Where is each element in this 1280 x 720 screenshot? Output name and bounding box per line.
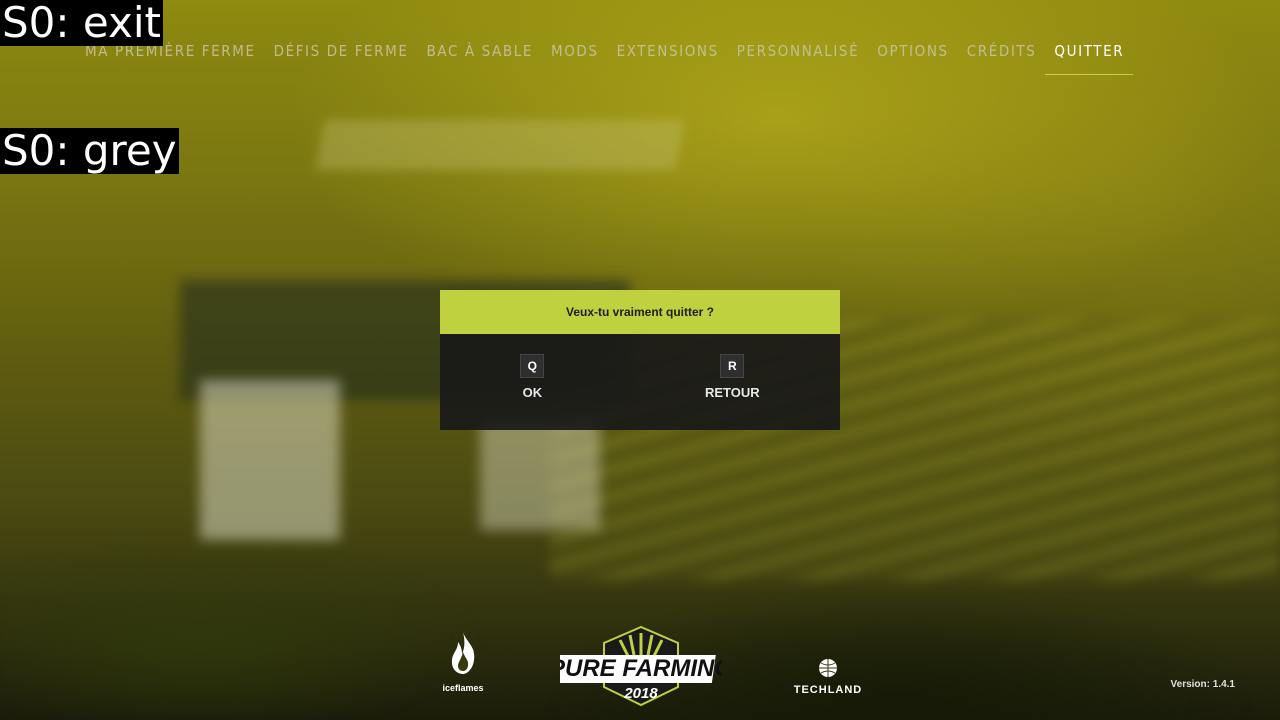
pure-farming-logo: PURE FARMING 2018	[549, 625, 733, 707]
nav-item-quitter[interactable]: QUITTER	[1045, 38, 1134, 75]
back-button[interactable]: R RETOUR	[705, 354, 760, 400]
techland-logo-text: TECHLAND	[793, 684, 863, 696]
iceflames-logo: iceflames	[438, 630, 488, 694]
version-label: Version: 1.4.1	[1170, 679, 1235, 690]
nav-item-mods[interactable]: MODS	[542, 38, 608, 74]
globe-icon	[819, 659, 837, 677]
dialog-title: Veux-tu vraiment quitter ?	[440, 290, 840, 334]
background-tank	[200, 380, 340, 540]
key-r-icon: R	[720, 354, 745, 378]
pure-farming-title: PURE FARMING	[560, 655, 722, 682]
nav-item-defis-de-ferme[interactable]: DÉFIS DE FERME	[265, 38, 418, 74]
background-canopy	[315, 120, 685, 170]
debug-label-exit: S0: exit	[0, 0, 163, 47]
ok-button-label: OK	[522, 385, 543, 400]
flame-icon	[451, 632, 475, 674]
techland-logo: TECHLAND	[782, 658, 874, 698]
quit-confirm-dialog: Veux-tu vraiment quitter ? Q OK R RETOUR	[440, 290, 840, 430]
dialog-body: Q OK R RETOUR	[440, 334, 840, 430]
nav-item-extensions[interactable]: EXTENSIONS	[608, 38, 728, 74]
debug-label-grey: S0: grey	[0, 126, 179, 175]
nav-item-options[interactable]: OPTIONS	[868, 38, 957, 74]
nav-item-personnalise[interactable]: PERSONNALISÉ	[728, 38, 868, 74]
back-button-label: RETOUR	[705, 385, 760, 400]
pure-farming-year: 2018	[623, 685, 658, 702]
ok-button[interactable]: Q OK	[520, 354, 545, 400]
nav-item-bac-a-sable[interactable]: BAC À SABLE	[418, 38, 542, 74]
main-menu-nav: MA PREMIÈRE FERME DÉFIS DE FERME BAC À S…	[76, 38, 1134, 75]
key-q-icon: Q	[520, 354, 545, 378]
background-tank-2	[480, 420, 600, 530]
nav-item-credits[interactable]: CRÉDITS	[958, 38, 1046, 74]
iceflames-logo-text: iceflames	[442, 683, 484, 693]
